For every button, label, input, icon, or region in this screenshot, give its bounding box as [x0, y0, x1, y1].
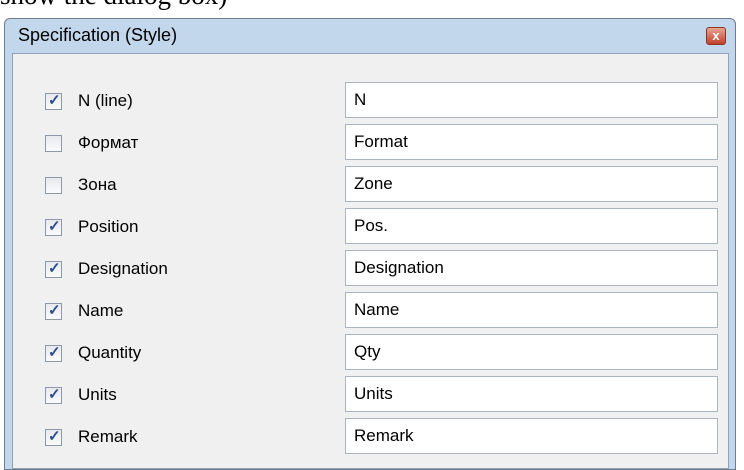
row-position: Position — [13, 207, 728, 249]
checkbox-zone[interactable] — [45, 177, 62, 194]
label-format: Формат — [78, 133, 139, 152]
field-format[interactable] — [345, 124, 718, 160]
label-zone: Зона — [78, 175, 117, 194]
checkbox-quantity[interactable] — [45, 343, 62, 362]
label-units: Units — [78, 385, 117, 404]
row-units: Units — [13, 375, 728, 417]
checkbox-units[interactable] — [45, 385, 62, 404]
row-designation: Designation — [13, 249, 728, 291]
label-remark: Remark — [78, 427, 138, 446]
field-designation[interactable] — [345, 250, 718, 286]
checkbox-name[interactable] — [45, 301, 62, 320]
label-quantity: Quantity — [78, 343, 142, 362]
row-format: Формат — [13, 123, 728, 165]
row-name: Name — [13, 291, 728, 333]
row-remark: Remark — [13, 417, 728, 459]
close-icon: x — [712, 28, 720, 43]
field-n-line[interactable] — [345, 82, 718, 118]
label-position: Position — [78, 217, 139, 236]
specification-style-dialog: Specification (Style) x N (line) Формат … — [4, 18, 736, 470]
close-button[interactable]: x — [706, 27, 726, 45]
row-quantity: Quantity — [13, 333, 728, 375]
field-name[interactable] — [345, 292, 718, 328]
label-name: Name — [78, 301, 124, 320]
row-n-line: N (line) — [13, 81, 728, 123]
field-position[interactable] — [345, 208, 718, 244]
field-units[interactable] — [345, 376, 718, 412]
field-quantity[interactable] — [345, 334, 718, 370]
row-zone: Зона — [13, 165, 728, 207]
field-zone[interactable] — [345, 166, 718, 202]
label-n-line: N (line) — [78, 91, 133, 110]
field-remark[interactable] — [345, 418, 718, 454]
checkbox-format[interactable] — [45, 135, 62, 152]
checkbox-position[interactable] — [45, 217, 62, 236]
checkbox-designation[interactable] — [45, 259, 62, 278]
checkbox-n-line[interactable] — [45, 91, 62, 110]
dialog-content: N (line) Формат Зона Position Designatio… — [12, 53, 729, 469]
label-designation: Designation — [78, 259, 168, 278]
checkbox-remark[interactable] — [45, 427, 62, 446]
page-caption: show the dialog box) — [0, 0, 227, 11]
title-bar[interactable]: Specification (Style) x — [5, 19, 735, 53]
dialog-title: Specification (Style) — [18, 25, 178, 45]
